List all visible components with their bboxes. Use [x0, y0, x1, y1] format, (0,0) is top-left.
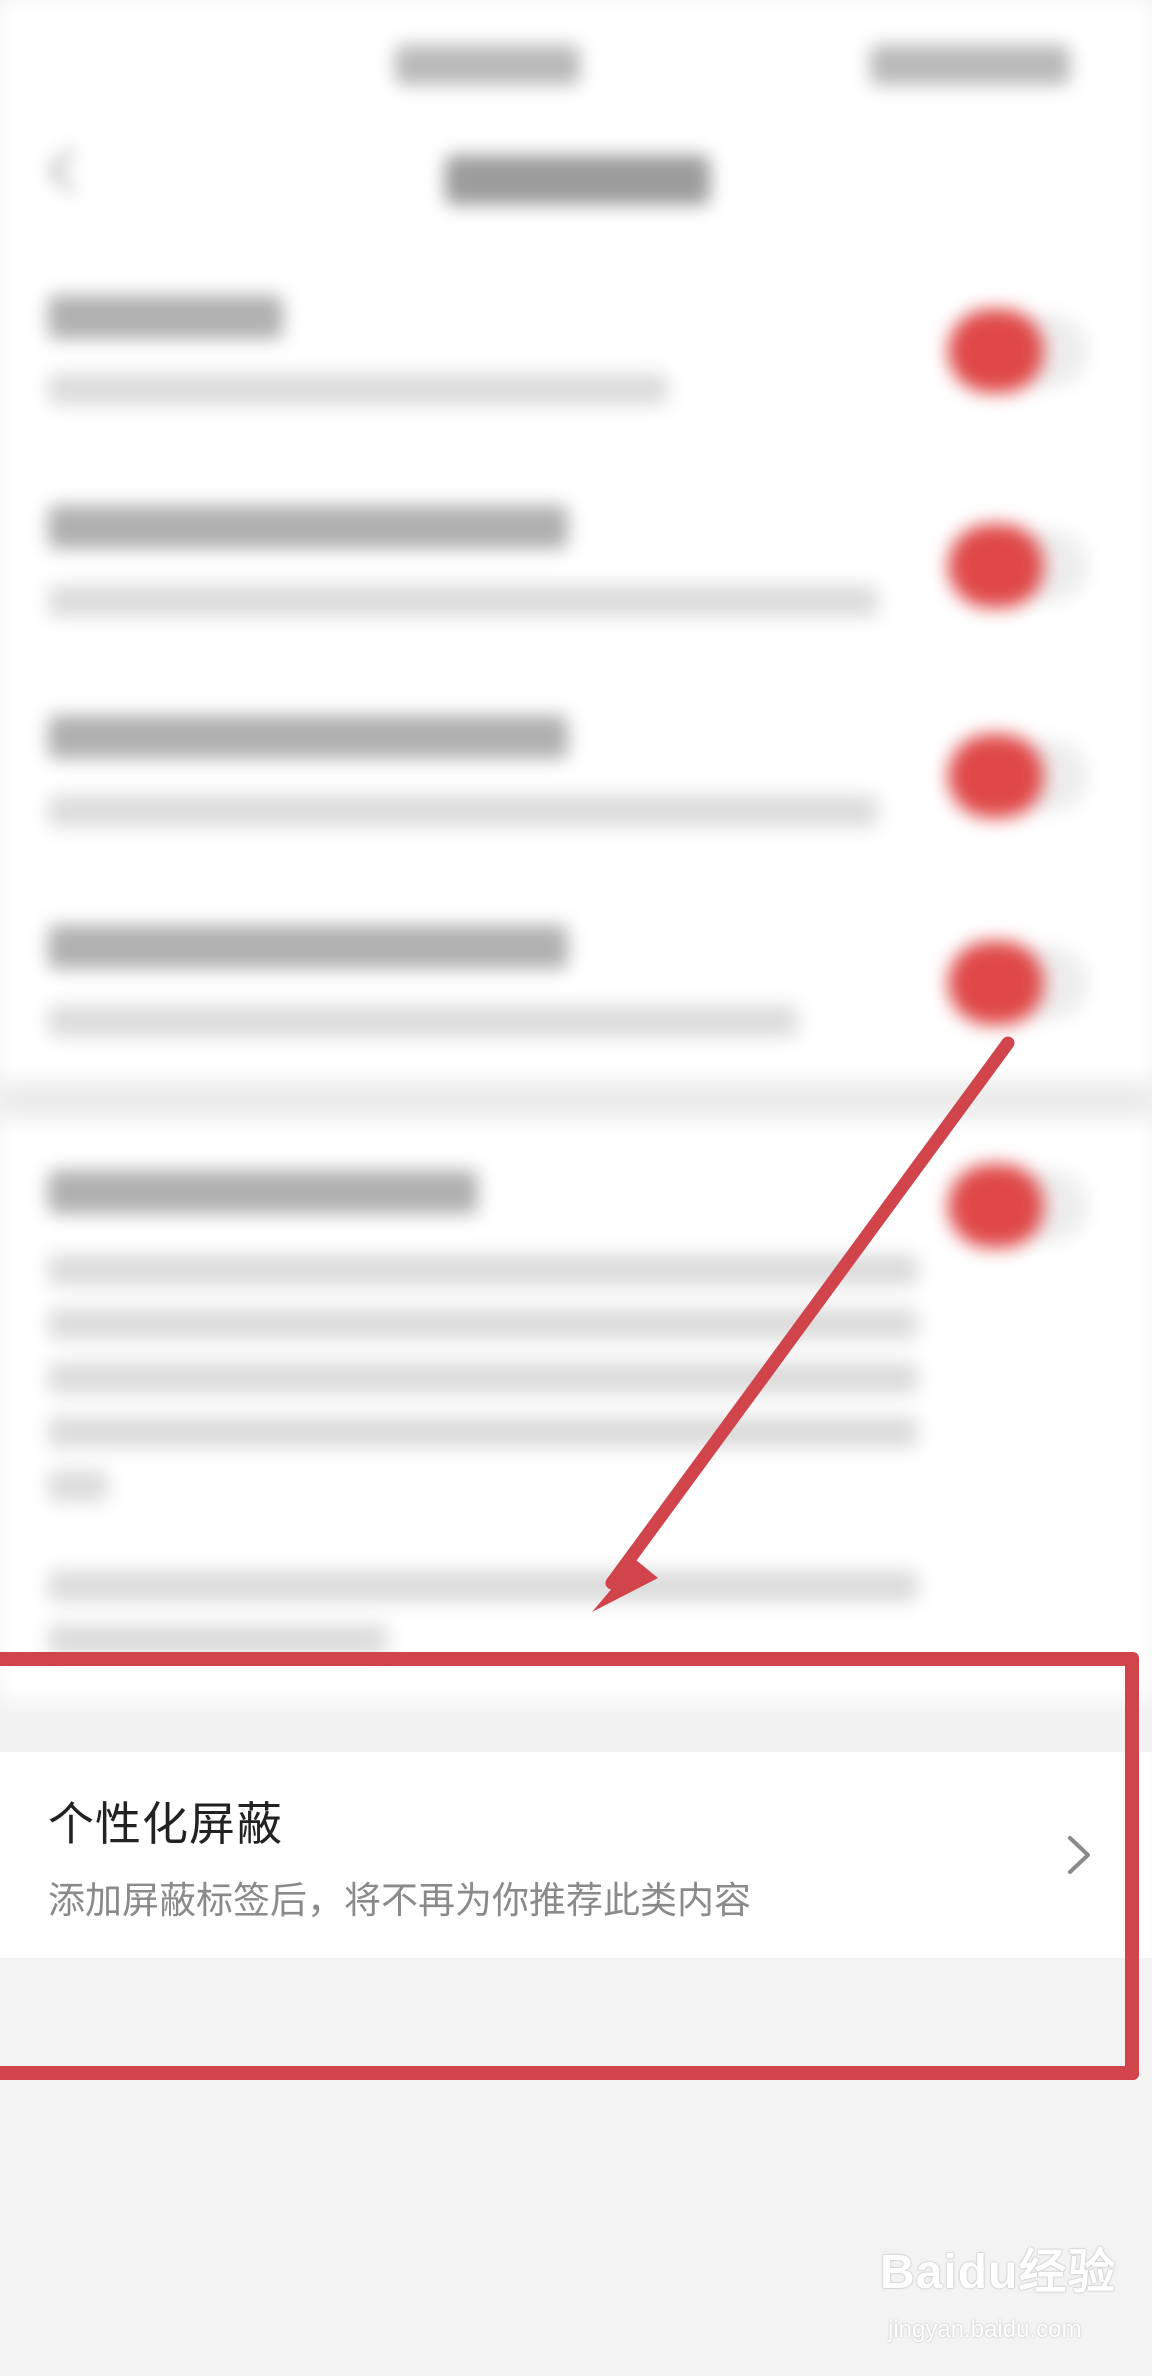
watermark-logo: Baidu经验 — [880, 2246, 1117, 2299]
chevron-right-icon — [1068, 1836, 1090, 1874]
toggle-switch-icon[interactable] — [948, 734, 1088, 818]
back-arrow-icon[interactable] — [48, 148, 93, 193]
watermark-site: jingyan.baidu.com — [888, 2316, 1082, 2343]
section-gap — [0, 1712, 1152, 1752]
baidu-jingyan-watermark: Baidu经验 jingyan.baidu.com — [880, 2232, 1130, 2362]
setting-title: 个性化屏蔽 — [48, 1798, 283, 1850]
page-title — [445, 155, 710, 205]
blurred-settings-content — [0, 0, 1152, 1700]
personalized-block-setting-row[interactable]: 个性化屏蔽 添加屏蔽标签后，将不再为你推荐此类内容 — [0, 1752, 1152, 1958]
toggle-switch-icon[interactable] — [948, 309, 1088, 393]
status-bar-item — [395, 45, 580, 85]
status-bar-item — [870, 45, 1070, 85]
toggle-switch-icon[interactable] — [948, 524, 1088, 608]
section-divider — [0, 1080, 1152, 1120]
setting-subtitle: 添加屏蔽标签后，将不再为你推荐此类内容 — [48, 1880, 751, 1921]
toggle-switch-icon[interactable] — [948, 1164, 1088, 1248]
toggle-switch-icon[interactable] — [948, 941, 1088, 1025]
